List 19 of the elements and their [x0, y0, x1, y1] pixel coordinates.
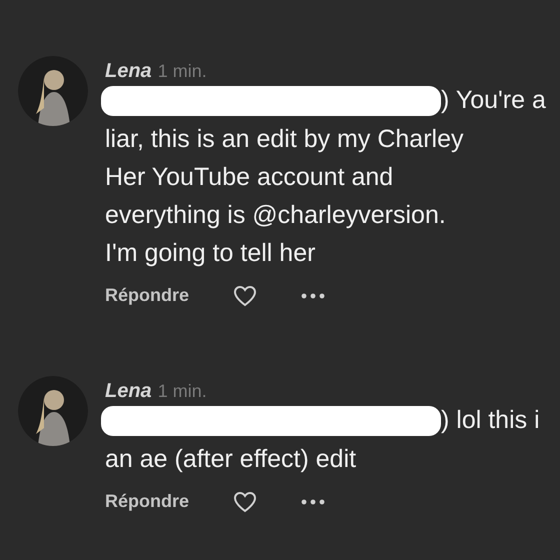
comment-text-line: everything is @charleyversion. [105, 200, 447, 231]
comment-text-line: ) lol this i [441, 405, 540, 436]
comment-time: 1 min. [158, 60, 207, 83]
comment-time: 1 min. [158, 380, 207, 403]
comment-text-line: I'm going to tell her [105, 238, 316, 269]
comment-text-line: liar, this is an edit by my Charley [105, 124, 464, 155]
comment-text-line: ) You're a [441, 85, 546, 116]
more-icon[interactable] [301, 292, 326, 298]
author-name[interactable]: Lena [105, 376, 152, 406]
heart-icon[interactable] [233, 284, 258, 306]
avatar[interactable] [18, 376, 88, 446]
reply-button[interactable]: Répondre [105, 282, 190, 309]
author-name[interactable]: Lena [105, 56, 152, 86]
avatar[interactable] [18, 56, 88, 126]
heart-icon[interactable] [233, 490, 258, 512]
reply-button[interactable]: Répondre [105, 488, 190, 515]
comment-text-line: Her YouTube account and [105, 162, 394, 193]
more-icon[interactable] [301, 498, 326, 504]
comment-text-line: an ae (after effect) edit [105, 444, 358, 475]
